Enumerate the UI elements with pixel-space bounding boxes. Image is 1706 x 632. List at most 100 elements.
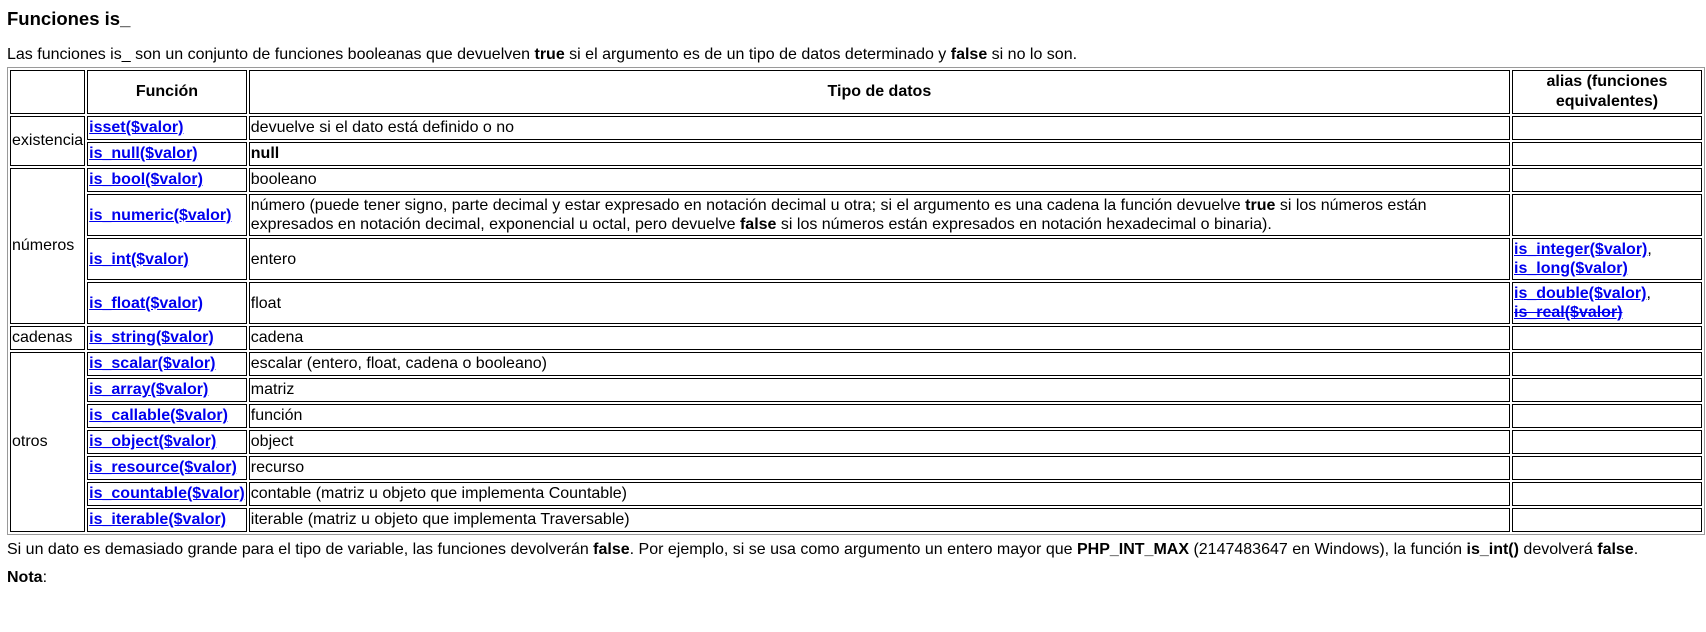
table-row: is_iterable($valor) iterable (matriz u o… <box>10 508 1702 532</box>
after-text-1: Si un dato es demasiado grande para el t… <box>7 541 594 558</box>
type-cell: cadena <box>248 326 1510 350</box>
alias-cell <box>1512 142 1702 166</box>
table-header-row: Función Tipo de datos alias (funciones e… <box>10 70 1702 114</box>
link-is-int[interactable]: is_int($valor) <box>89 251 189 268</box>
intro-text-1: Las funciones is_ son un conjunto de fun… <box>7 46 535 63</box>
note-paragraph: Nota: <box>7 568 1699 588</box>
link-is-countable[interactable]: is_countable($valor) <box>89 485 245 502</box>
type-cell: matriz <box>248 378 1510 402</box>
link-is-object[interactable]: is_object($valor) <box>89 433 216 450</box>
intro-bold-false: false <box>950 46 988 63</box>
after-text-4: devolverá <box>1518 541 1598 558</box>
alias-cell <box>1512 168 1702 192</box>
alias-cell <box>1512 352 1702 376</box>
table-row: is_null($valor) null <box>10 142 1702 166</box>
type-cell: función <box>248 404 1510 428</box>
type-cell: booleano <box>248 168 1510 192</box>
link-is-resource[interactable]: is_resource($valor) <box>89 459 237 476</box>
link-is-scalar[interactable]: is_scalar($valor) <box>89 355 215 372</box>
func-cell: is_object($valor) <box>87 430 247 454</box>
after-text-2: . Por ejemplo, si se usa como argumento … <box>629 541 1077 558</box>
func-cell: is_string($valor) <box>87 326 247 350</box>
table-row: is_int($valor) entero is_integer($valor)… <box>10 238 1702 280</box>
func-cell: is_countable($valor) <box>87 482 247 506</box>
func-cell: is_numeric($valor) <box>87 194 247 236</box>
link-is-bool[interactable]: is_bool($valor) <box>89 171 203 188</box>
table-row: otros is_scalar($valor) escalar (entero,… <box>10 352 1702 532</box>
func-cell: is_int($valor) <box>87 238 247 280</box>
overflow-note-paragraph: Si un dato es demasiado grande para el t… <box>7 540 1699 560</box>
type-cell: recurso <box>248 456 1510 480</box>
after-bold-false: false <box>593 541 630 558</box>
type-cell: devuelve si el dato está definido o no <box>248 116 1510 140</box>
alias-cell <box>1512 508 1702 532</box>
link-is-integer[interactable]: is_integer($valor) <box>1514 241 1647 258</box>
func-cell: is_resource($valor) <box>87 456 247 480</box>
type-cell: escalar (entero, float, cadena o boolean… <box>248 352 1510 376</box>
group-numeros: números <box>10 168 86 324</box>
numeric-bold-true: true <box>1245 197 1276 214</box>
table-row: is_countable($valor) contable (matriz u … <box>10 482 1702 506</box>
link-is-long[interactable]: is_long($valor) <box>1514 260 1628 277</box>
alias-cell <box>1512 378 1702 402</box>
table-row: is_array($valor) matriz <box>10 378 1702 402</box>
intro-text-2: si el argumento es de un tipo de datos d… <box>564 46 951 63</box>
group-otros: otros <box>10 352 86 532</box>
table-row: is_resource($valor) recurso <box>10 456 1702 480</box>
page-title: Funciones is_ <box>7 8 131 29</box>
link-is-real-deprecated[interactable]: is_real($valor) <box>1514 304 1623 321</box>
header-group <box>10 70 86 114</box>
note-label: Nota <box>7 569 43 586</box>
page: Funciones is_ Las funciones is_ son un c… <box>0 0 1706 594</box>
after-bold-is-int: is_int() <box>1466 541 1519 558</box>
after-bold-php-int-max: PHP_INT_MAX <box>1076 541 1189 558</box>
type-cell: object <box>248 430 1510 454</box>
func-cell: is_scalar($valor) <box>87 352 247 376</box>
func-cell: is_float($valor) <box>87 282 247 324</box>
table-row: is_object($valor) object <box>10 430 1702 454</box>
link-is-float[interactable]: is_float($valor) <box>89 295 203 312</box>
header-alias: alias (funciones equivalentes) <box>1512 70 1702 114</box>
link-is-iterable[interactable]: is_iterable($valor) <box>89 511 226 528</box>
alias-separator: , <box>1647 241 1652 258</box>
type-cell: float <box>248 282 1510 324</box>
table-row: is_float($valor) float is_double($valor)… <box>10 282 1702 324</box>
func-cell: is_bool($valor) <box>87 168 247 192</box>
link-is-null[interactable]: is_null($valor) <box>89 145 197 162</box>
type-cell: contable (matriz u objeto que implementa… <box>248 482 1510 506</box>
after-text-3: (2147483647 en Windows), la función <box>1189 541 1467 558</box>
numeric-bold-false: false <box>739 216 777 233</box>
type-cell: entero <box>248 238 1510 280</box>
note-colon: : <box>42 569 48 586</box>
link-is-double[interactable]: is_double($valor) <box>1514 285 1646 302</box>
link-is-callable[interactable]: is_callable($valor) <box>89 407 228 424</box>
link-is-string[interactable]: is_string($valor) <box>89 329 213 346</box>
type-cell: número (puede tener signo, parte decimal… <box>248 194 1510 236</box>
after-text-5: . <box>1633 541 1639 558</box>
link-is-array[interactable]: is_array($valor) <box>89 381 208 398</box>
after-bold-false-2: false <box>1597 541 1634 558</box>
intro-bold-true: true <box>534 46 565 63</box>
alias-cell <box>1512 482 1702 506</box>
type-cell: iterable (matriz u objeto que implementa… <box>248 508 1510 532</box>
func-cell: is_null($valor) <box>87 142 247 166</box>
numeric-text-3: si los números están expresados en notac… <box>776 216 1272 233</box>
alias-cell <box>1512 116 1702 140</box>
alias-cell <box>1512 194 1702 236</box>
link-is-numeric[interactable]: is_numeric($valor) <box>89 207 231 224</box>
func-cell: isset($valor) <box>87 116 247 140</box>
table-row: is_callable($valor) función <box>10 404 1702 428</box>
table-row: existencia isset($valor) devuelve si el … <box>10 116 1702 166</box>
alias-cell <box>1512 326 1702 350</box>
func-cell: is_iterable($valor) <box>87 508 247 532</box>
link-isset[interactable]: isset($valor) <box>89 119 183 136</box>
alias-cell: is_double($valor), is_real($valor) <box>1512 282 1702 324</box>
header-function: Función <box>87 70 247 114</box>
alias-cell <box>1512 456 1702 480</box>
table-row: is_numeric($valor) número (puede tener s… <box>10 194 1702 236</box>
alias-cell: is_integer($valor), is_long($valor) <box>1512 238 1702 280</box>
header-datatype: Tipo de datos <box>248 70 1510 114</box>
intro-paragraph: Las funciones is_ son un conjunto de fun… <box>7 45 1699 65</box>
functions-table: Función Tipo de datos alias (funciones e… <box>7 67 1705 535</box>
group-existencia: existencia <box>10 116 86 166</box>
